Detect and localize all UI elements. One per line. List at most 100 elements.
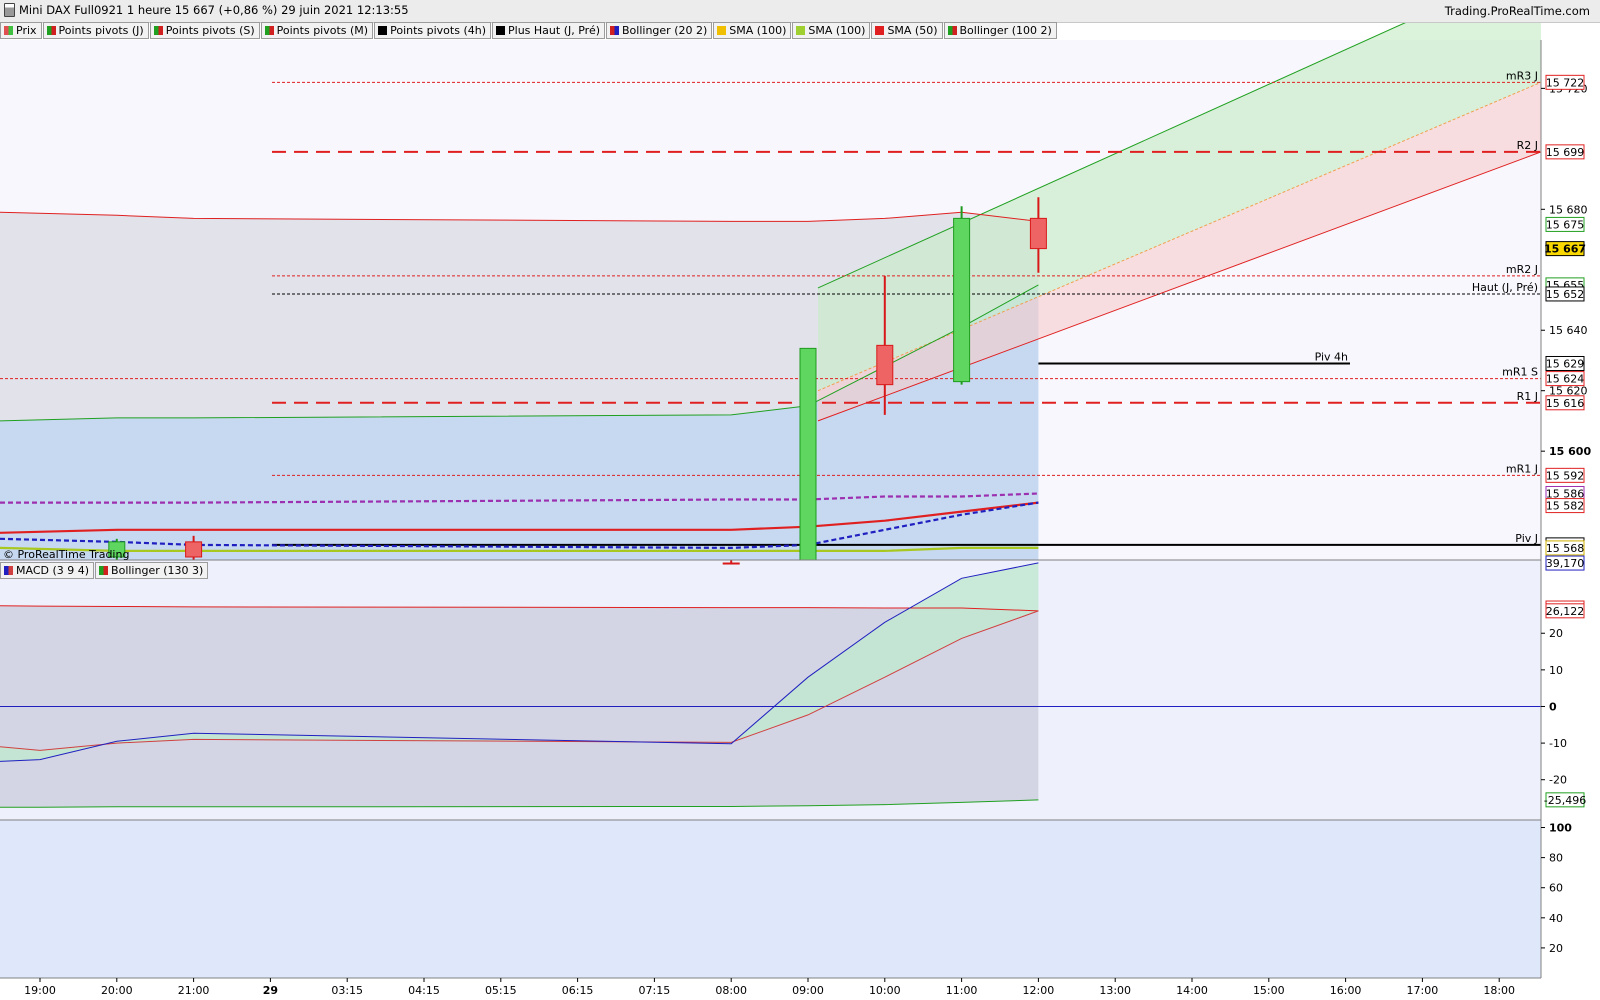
color-swatch-icon [796, 26, 806, 35]
color-swatch-icon [264, 26, 274, 35]
pivot-level-label: mR1 S [1502, 366, 1538, 379]
value-tag-label: -25,496 [1544, 794, 1586, 807]
price-legend-item[interactable]: Points pivots (4h) [374, 22, 492, 39]
time-axis-tick-label: 20:00 [101, 984, 133, 997]
time-axis-tick-label: 21:00 [178, 984, 210, 997]
pivot-level-label: Haut (J, Pré) [1472, 281, 1538, 294]
value-tag-label: 15 699 [1546, 146, 1585, 159]
color-swatch-icon [46, 26, 56, 35]
price-value-tag: 15 582 [1545, 498, 1585, 514]
value-tag-label: 39,170 [1546, 557, 1585, 570]
color-swatch-icon [4, 26, 13, 35]
watermark: © ProRealTime Trading [3, 548, 130, 561]
price-legend-item[interactable]: SMA (100) [792, 22, 871, 39]
price-legend-item[interactable]: Points pivots (S) [149, 22, 260, 39]
price-value-tag: 15 624 [1545, 371, 1585, 387]
price-legend-item[interactable]: Bollinger (100 2) [943, 22, 1057, 39]
pivot-level-label: Piv J [1515, 532, 1538, 545]
color-swatch-icon [717, 26, 727, 35]
candle-body [722, 562, 740, 565]
macd-axis-tick-label: 10 [1549, 664, 1563, 677]
value-tag-label: 15 629 [1546, 357, 1585, 370]
value-tag-label: 15 582 [1546, 500, 1585, 513]
pivot-level-label: R2 J [1517, 139, 1538, 152]
price-indicator-legend: Prix Points pivots (J) Points pivots (S) Po… [0, 22, 1058, 39]
price-legend-item[interactable]: Points pivots (J) [42, 22, 149, 39]
macd-legend-item[interactable]: Bollinger (130 3) [95, 562, 209, 579]
time-axis-tick-label: 09:00 [792, 984, 824, 997]
price-legend-item[interactable]: Bollinger (20 2) [606, 22, 713, 39]
lower-axis-tick-label: 20 [1549, 942, 1563, 955]
candle-body [185, 541, 203, 558]
chart-canvas[interactable]: mR3 J R2 J mR2 J Haut (J, Pré) Piv 4h mR1 S R1… [0, 0, 1600, 1000]
lower-axis-tick-label: 60 [1549, 882, 1563, 895]
value-tag-label: 15 568 [1546, 542, 1585, 555]
macd-legend-item[interactable]: MACD (3 9 4) [0, 562, 95, 579]
window-title: Mini DAX Full0921 1 heure 15 667 (+0,86 … [19, 3, 409, 17]
value-tag-label: 15 616 [1546, 397, 1585, 410]
time-axis-tick-label: 17:00 [1407, 984, 1439, 997]
price-legend-item[interactable]: Plus Haut (J, Pré) [492, 22, 606, 39]
legend-label: MACD (3 9 4) [16, 564, 90, 577]
window-title-bar: Mini DAX Full0921 1 heure 15 667 (+0,86 … [0, 0, 1600, 23]
macd-axis-tick-label: -20 [1549, 774, 1567, 787]
candle-body [953, 217, 971, 383]
candle-body [799, 347, 817, 561]
color-swatch-icon [610, 26, 620, 35]
price-value-tag: 15 675 [1545, 216, 1585, 232]
candle-body [876, 344, 894, 386]
price-value-tag: 15 568 [1545, 540, 1585, 556]
price-legend-item[interactable]: SMA (100) [713, 22, 792, 39]
time-axis-tick-label: 12:00 [1023, 984, 1055, 997]
lower-axis-tick-label: 40 [1549, 912, 1563, 925]
time-axis-tick-label: 04:15 [408, 984, 440, 997]
macd-axis-tick-label: 20 [1549, 627, 1563, 640]
price-value-tag: 15 629 [1545, 355, 1585, 371]
price-value-tag: 15 667 [1544, 241, 1586, 257]
color-swatch-icon [378, 26, 388, 35]
time-axis-tick-label: 11:00 [946, 984, 978, 997]
price-axis-tick-label: 15 680 [1549, 203, 1588, 216]
price-value-tag: 15 699 [1545, 144, 1585, 160]
macd-value-tag: -25,496 [1544, 792, 1586, 808]
pivot-level-label: mR1 J [1506, 462, 1538, 475]
price-value-tag: 15 616 [1545, 395, 1585, 411]
macd-value-tag: 26,122 [1545, 603, 1585, 619]
brand-label: Trading.ProRealTime.com [1444, 4, 1590, 18]
macd-value-tag: 39,170 [1545, 555, 1585, 571]
legend-label: Points pivots (J) [58, 24, 144, 37]
color-swatch-icon [875, 26, 885, 35]
value-tag-label: 15 592 [1546, 469, 1585, 482]
legend-label: Plus Haut (J, Pré) [508, 24, 601, 37]
time-axis-tick-label: 08:00 [715, 984, 747, 997]
price-value-tag: 15 592 [1545, 467, 1585, 483]
pivot-level-label: mR2 J [1506, 263, 1538, 276]
time-axis-tick-label: 19:00 [24, 984, 56, 997]
value-tag-label: 15 675 [1546, 218, 1585, 231]
price-legend-item[interactable]: Points pivots (M) [260, 22, 374, 39]
legend-label: SMA (50) [887, 24, 938, 37]
price-axis-tick-label: 15 600 [1549, 445, 1591, 458]
price-legend-item[interactable]: SMA (50) [871, 22, 943, 39]
legend-label: SMA (100) [729, 24, 787, 37]
instrument-icon [4, 3, 15, 17]
price-legend-item[interactable]: Prix [0, 22, 42, 39]
legend-label: Points pivots (4h) [390, 24, 487, 37]
time-axis-tick-label: 07:15 [639, 984, 671, 997]
value-tag-label: 15 652 [1546, 288, 1585, 301]
color-swatch-icon [99, 566, 109, 575]
time-axis-tick-label: 13:00 [1099, 984, 1131, 997]
macd-axis-tick-label: -10 [1549, 737, 1567, 750]
value-tag-label: 15 624 [1546, 373, 1585, 386]
pivot-level-label: mR3 J [1506, 69, 1538, 82]
pivot-level-label: Piv 4h [1315, 350, 1348, 363]
time-axis-tick-label: 10:00 [869, 984, 901, 997]
time-axis-tick-label: 03:15 [331, 984, 363, 997]
time-axis-tick-label: 29 [263, 984, 278, 997]
legend-label: Prix [16, 24, 37, 37]
pivot-level-label: R1 J [1517, 390, 1538, 403]
macd-axis-tick-label: 0 [1549, 700, 1557, 713]
time-axis-tick-label: 15:00 [1253, 984, 1285, 997]
lower-pane-background [0, 820, 1541, 978]
legend-label: Bollinger (130 3) [111, 564, 204, 577]
